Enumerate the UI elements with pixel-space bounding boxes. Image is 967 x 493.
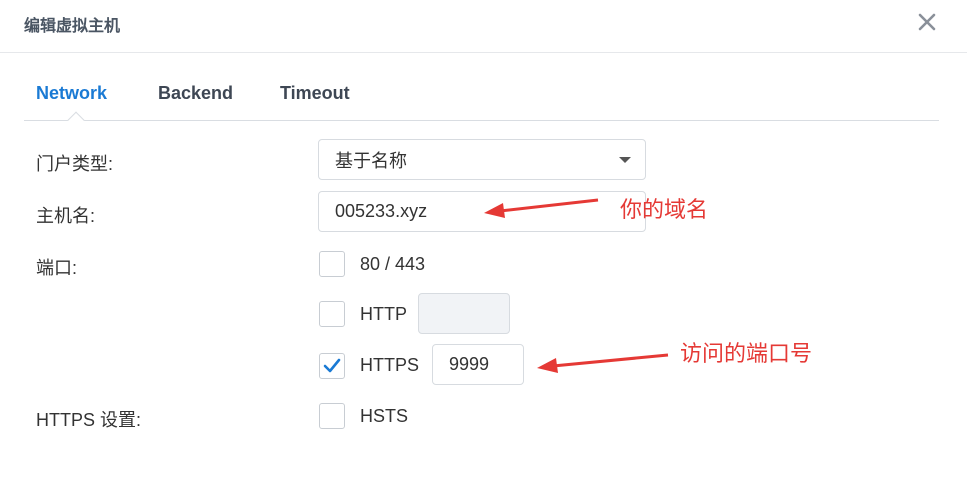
header-divider xyxy=(0,52,967,53)
https-settings-label: HTTPS 设置: xyxy=(36,410,142,430)
caret-down-icon xyxy=(619,157,631,163)
hsts-label: HSTS xyxy=(360,406,409,426)
portal-type-value: 基于名称 xyxy=(335,150,407,171)
portal-type-label: 门户类型: xyxy=(36,154,114,174)
dialog-title: 编辑虚拟主机 xyxy=(24,18,121,35)
hsts-checkbox[interactable] xyxy=(319,403,345,429)
port-80-443-label: 80 / 443 xyxy=(360,254,426,274)
tab-backend[interactable]: Backend xyxy=(158,83,233,104)
https-port-value: 9999 xyxy=(449,354,490,374)
hostname-annotation: 你的域名 xyxy=(620,197,709,222)
tab-timeout[interactable]: Timeout xyxy=(280,83,350,104)
tab-network[interactable]: Network xyxy=(36,83,107,104)
port-annotation: 访问的端口号 xyxy=(680,341,813,366)
tabs-divider xyxy=(24,120,939,121)
port-arrow-icon xyxy=(537,353,669,373)
hostname-input[interactable]: 005233.xyz xyxy=(318,191,646,232)
https-port-input[interactable]: 9999 xyxy=(432,344,524,385)
annotation-arrows xyxy=(484,198,669,373)
hostname-label: 主机名: xyxy=(36,206,96,226)
port-80-443-checkbox[interactable] xyxy=(319,251,345,277)
port-https-checkbox[interactable] xyxy=(319,353,345,379)
port-label: 端口: xyxy=(36,258,78,278)
close-x-icon xyxy=(918,13,936,31)
portal-type-select[interactable]: 基于名称 xyxy=(318,139,646,180)
close-icon[interactable] xyxy=(916,11,938,33)
http-port-input[interactable] xyxy=(418,293,510,334)
active-tab-pointer xyxy=(67,111,85,129)
port-http-label: HTTP xyxy=(360,304,407,324)
port-https-label: HTTPS xyxy=(360,355,420,375)
checkmark-icon xyxy=(323,358,341,373)
hostname-value: 005233.xyz xyxy=(335,201,428,221)
port-http-checkbox[interactable] xyxy=(319,301,345,327)
